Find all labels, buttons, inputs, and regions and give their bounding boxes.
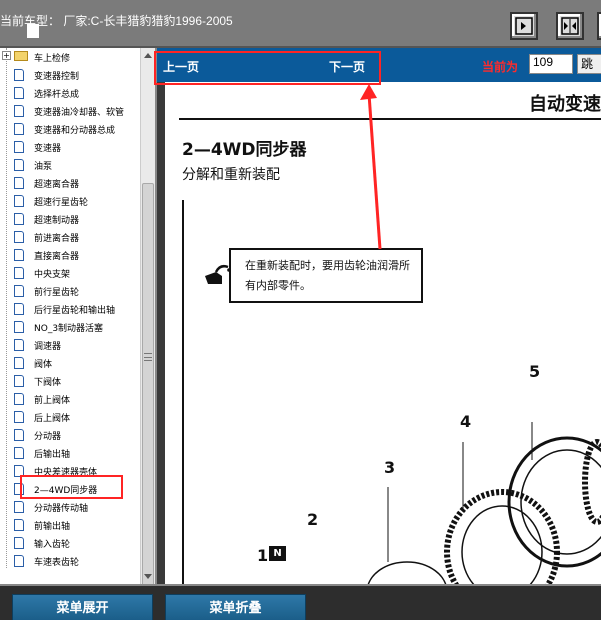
tree-item-label: 前进离合器 [34,234,80,244]
tree-item-label: 后输出轴 [34,450,71,460]
menu-collapse-button[interactable]: 菜单折叠 [165,594,306,620]
tree-guide-line [6,48,7,568]
document-icon [14,159,24,171]
tree-item-label: 调速器 [34,342,62,352]
section-subtitle: 分解和重新装配 [182,167,280,183]
oil-can-icon [205,264,231,284]
tree-item-label: 变速器油冷却器、软管 [34,108,125,118]
annotation-arrow-icon [360,84,382,250]
note-box: 在重新装配时，要用齿轮油润滑所有内部零件。 [229,248,423,303]
document-icon [14,231,24,243]
tree-item-label: 下阀体 [34,378,62,388]
document-icon [14,267,24,279]
synchronizer-diagram [367,422,601,584]
title-bar: 当前车型： 厂家:C-长丰猎豹猎豹1996-2005 [0,0,601,48]
tree-scrollbar[interactable] [140,48,155,588]
part-number: 2 [307,510,319,529]
tree-item-label: 输入齿轮 [34,540,71,550]
split-view-icon [561,17,579,35]
note-text: 在重新装配时，要用齿轮油润滑所有内部零件。 [245,259,410,292]
tree-item-label: 超速行星齿轮 [34,198,89,208]
expand-view-button[interactable] [597,12,601,40]
scroll-thumb[interactable] [142,183,154,588]
collapse-left-button[interactable] [510,12,538,40]
document-icon [14,357,24,369]
tree-item-label: 中央支架 [34,270,71,280]
document-icon [14,249,24,261]
title-square [27,24,39,38]
header-rule [179,118,601,120]
page-number-input[interactable]: 109 [529,54,573,74]
document-icon [14,393,24,405]
tree-item-label: 前行星齿轮 [34,288,80,298]
highlight-tree-item-box [20,475,123,499]
tree-item-label: 分动器传动轴 [34,504,89,514]
document-icon [14,321,24,333]
document-icon [14,501,24,513]
document-icon [14,555,24,567]
new-part-badge: N [269,546,286,561]
document-icon [14,411,24,423]
tree-item-label: 车速表齿轮 [34,558,80,568]
document-icon [14,213,24,225]
tree-item-label: 变速器 [34,144,62,154]
grip-icon [144,353,152,361]
section-title: 2—4WD同步器 [182,140,307,160]
tree-item-label: 后上阀体 [34,414,71,424]
page-edge [157,82,165,584]
tree-item-label: 超速离合器 [34,180,80,190]
document-icon [14,177,24,189]
tree-item-label: 选择杆总成 [34,90,80,100]
jump-button[interactable]: 跳 [577,54,601,74]
app-window: 当前车型： 厂家:C-长丰猎豹猎豹1996-2005 + 车上检修 变速器控制 … [0,0,601,620]
tree-item-label: 阀体 [34,360,53,370]
document-icon [14,303,24,315]
document-icon [14,141,24,153]
document-icon [14,195,24,207]
folder-icon [14,51,28,61]
tree-item-label: 后行星齿轮和输出轴 [34,306,116,316]
bottom-menu-bar: 菜单展开 菜单折叠 [0,584,601,620]
scroll-down-icon[interactable] [144,574,152,579]
manual-chapter-header: 自动变速 [529,94,601,115]
diagram-border [182,200,184,584]
document-icon [14,123,24,135]
tree-item-label: 前输出轴 [34,522,71,532]
expand-toggle-icon[interactable]: + [2,51,11,60]
chapter-tree: + 车上检修 变速器控制选择杆总成变速器油冷却器、软管 变速器和分动器总成 变速器油… [0,48,157,584]
tree-item-label: 油泵 [34,162,53,172]
document-icon [14,429,24,441]
tree-item-label: 直接离合器 [34,252,80,262]
document-icon [14,519,24,531]
tree-item-label: NO_3制动器活塞 [34,324,104,334]
document-icon [14,339,24,351]
scroll-up-icon[interactable] [144,53,152,58]
document-icon [14,447,24,459]
document-icon [14,285,24,297]
tree-item-label: 变速器和分动器总成 [34,126,116,136]
document-icon [14,87,24,99]
menu-expand-button[interactable]: 菜单展开 [12,594,153,620]
document-icon [14,375,24,387]
tree-item-label: 前上阀体 [34,396,71,406]
tree-item-label: 分动器 [34,432,62,442]
collapse-left-icon [515,17,533,35]
tree-item-label: 变速器控制 [34,72,80,82]
part-number: 1 [257,546,269,565]
current-page-label: 当前为 [482,60,519,74]
document-icon [14,69,24,81]
document-icon [14,105,24,117]
split-view-button[interactable] [556,12,584,40]
tree-item-label: 超速制动器 [34,216,80,226]
highlight-nav-box [154,51,381,85]
document-icon [14,537,24,549]
tree-folder-label: 车上检修 [34,54,71,64]
